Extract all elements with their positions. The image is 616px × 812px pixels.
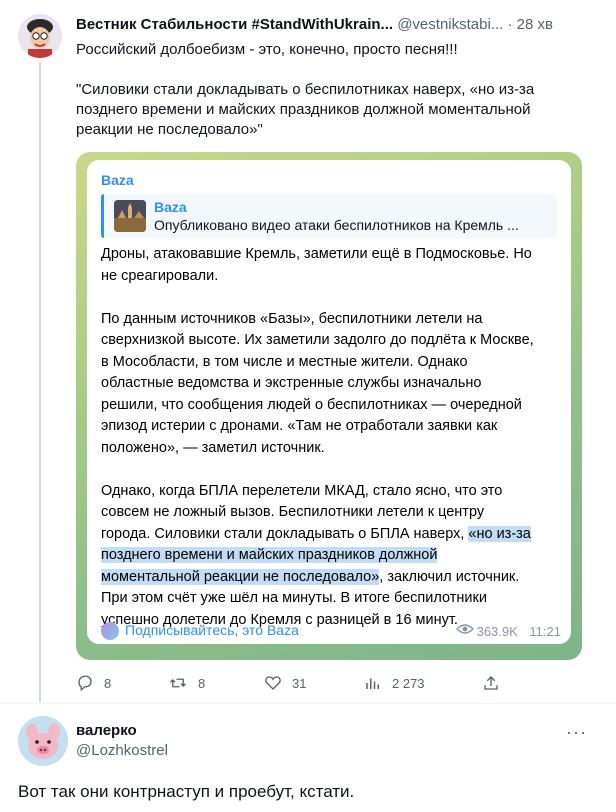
thread-line — [39, 62, 41, 702]
message-line: решили, что сообщения людей о беспилотни… — [101, 396, 522, 413]
subscribe-emoji-icon — [101, 622, 119, 640]
share-button[interactable] — [482, 674, 500, 698]
reply-tweet[interactable]: валерко @Lozhkostrel ··· Вот так они кон… — [0, 704, 616, 812]
message-line: Дроны, атаковавшие Кремль, заметили ещё … — [101, 246, 532, 262]
message-line: положено», — заметил источник. — [101, 439, 325, 456]
separator-dot: · — [507, 16, 513, 33]
author-avatar[interactable] — [18, 14, 62, 58]
telegram-screenshot[interactable]: Baza Baza Опубликовано видео атаки беспи… — [76, 152, 582, 660]
message-time: 11:21 — [529, 624, 561, 640]
like-count: 31 — [292, 675, 307, 691]
tweet-text: Российский долбоебизм - это, конечно, пр… — [76, 40, 596, 140]
tweet[interactable]: Вестник Стабильности #StandWithUkrain...… — [0, 0, 616, 703]
heart-icon — [265, 676, 281, 690]
more-options-icon[interactable]: ··· — [566, 722, 587, 743]
analytics-icon — [366, 678, 379, 689]
eye-icon — [455, 624, 474, 634]
tweet-action-bar: 8 8 31 2 273 — [76, 674, 596, 698]
tweet-text-line: "Силовики стали докладывать о беспилотни… — [76, 81, 535, 98]
message-line: Однако, когда БПЛА перелетели МКАД, стал… — [101, 482, 503, 499]
telegram-message-footer: Подписывайтесь, это Baza 363.9K 11:21 — [101, 620, 561, 642]
tweet-text-line: Российский долбоебизм - это, конечно, пр… — [76, 41, 458, 58]
telegram-channel-name: Baza — [101, 172, 134, 188]
message-meta: 363.9K 11:21 — [455, 623, 561, 640]
message-line: в Мособласти, в том числе и местные жите… — [101, 353, 468, 370]
message-line: не среагировали. — [101, 267, 219, 284]
share-icon — [484, 676, 498, 690]
message-line: сверхнизкой высоте. Их заметили задолго … — [101, 332, 534, 348]
tweet-text-line: позднего времени и майских праздников до… — [76, 101, 531, 118]
reply-author-avatar[interactable] — [18, 716, 68, 766]
message-line: совсем не ложный вызов. Беспилотники лет… — [101, 504, 485, 520]
message-line: позднего времени и майских праздников до… — [101, 545, 561, 567]
tweet-text-line: реакции не последовало»" — [76, 121, 263, 138]
author-handle[interactable]: @vestnikstabi... — [397, 16, 503, 33]
message-line: города. Силовики стали докладывать о БПЛ… — [101, 524, 561, 546]
reply-author-name[interactable]: валерко — [76, 722, 137, 739]
telegram-message-bubble: Baza Baza Опубликовано видео атаки беспи… — [87, 160, 571, 644]
message-line: моментальной реакции не последовало», за… — [101, 567, 561, 589]
views-count: 363.9K — [476, 624, 518, 640]
tweet-header: Вестник Стабильности #StandWithUkrain...… — [76, 16, 596, 38]
subscribe-link[interactable]: Подписывайтесь, это Baza — [125, 622, 299, 638]
author-name[interactable]: Вестник Стабильности #StandWithUkrain... — [76, 16, 393, 33]
highlighted-text: «но из-за — [468, 525, 531, 542]
reply-tweet-text: Вот так они контрнаступ и проебут, кстат… — [18, 782, 355, 801]
telegram-reply-text: Опубликовано видео атаки беспилотников н… — [154, 217, 519, 233]
kremlin-thumbnail-image — [114, 200, 146, 232]
message-line: эпизод истерии с дронами. «Там не отрабо… — [101, 418, 498, 434]
views-button[interactable]: 2 273 — [364, 674, 425, 698]
message-text: города. Силовики стали докладывать о БПЛ… — [101, 525, 469, 542]
retweet-icon — [170, 678, 186, 688]
message-line: областные ведомства и экстренные службы … — [101, 375, 482, 391]
reply-icon — [78, 675, 92, 692]
tweet-views-count: 2 273 — [392, 675, 425, 691]
retweet-count: 8 — [198, 675, 206, 691]
highlighted-text: позднего времени и майских праздников до… — [101, 547, 438, 563]
telegram-reply-name: Baza — [154, 199, 187, 215]
telegram-message-text: Дроны, атаковавшие Кремль, заметили ещё … — [101, 244, 561, 631]
reply-author-handle[interactable]: @Lozhkostrel — [76, 742, 168, 759]
message-line: При этом счёт уже шёл на минуты. В итоге… — [101, 590, 487, 606]
tweet-time[interactable]: 28 хв — [517, 16, 553, 33]
like-button[interactable]: 31 — [264, 674, 306, 698]
highlighted-text: моментальной реакции не последовало» — [101, 568, 380, 585]
telegram-reply-preview: Baza Опубликовано видео атаки беспилотни… — [101, 194, 557, 238]
message-text: , заключил источник. — [379, 568, 520, 585]
retweet-button[interactable]: 8 — [168, 674, 205, 698]
message-line: По данным источников «Базы», беспилотник… — [101, 310, 483, 327]
reply-count: 8 — [104, 675, 112, 691]
reply-button[interactable]: 8 — [76, 674, 111, 698]
